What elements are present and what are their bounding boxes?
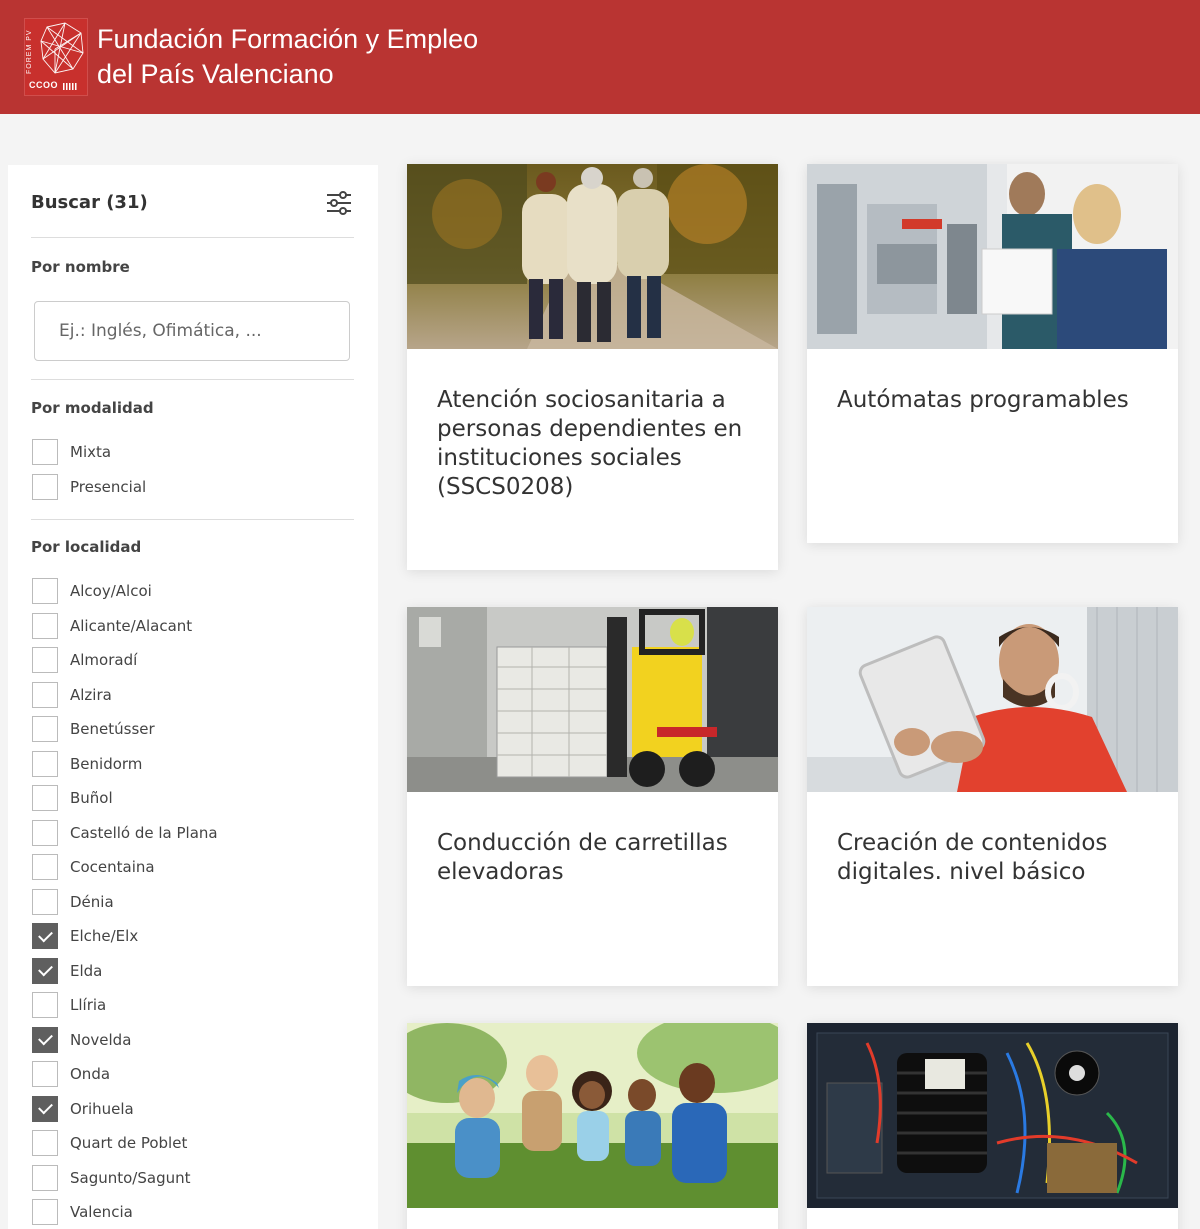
logo-vertical-text: FOREM PV [26,29,33,75]
location-option[interactable]: Alcoy/Alcoi [32,578,332,604]
search-input[interactable] [34,301,350,361]
modality-option-label[interactable]: Mixta [70,443,111,461]
location-option-label[interactable]: Onda [70,1065,110,1083]
checkbox[interactable] [32,854,58,880]
divider [31,379,354,380]
divider [31,237,354,238]
location-option[interactable]: Alzira [32,681,332,708]
engineers-lab-photo [807,164,1178,349]
site-title-line1: Fundación Formación y Empleo [97,24,479,54]
checkbox[interactable] [32,1164,58,1191]
location-option[interactable]: Quart de Poblet [32,1130,332,1156]
checkbox[interactable] [32,1199,58,1225]
location-option-label[interactable]: Elche/Elx [70,927,138,945]
location-option-label[interactable]: Alicante/Alacant [70,617,192,635]
divider [31,519,354,520]
location-option-label[interactable]: Quart de Poblet [70,1134,187,1152]
filter-sidebar: Buscar (31) Por nombre Por modalidad Mix… [8,165,378,1229]
course-title[interactable]: Conducción de carretillas elevadoras [437,829,757,887]
logo-ccoo-text: CCOO [29,80,58,90]
checkbox[interactable] [32,888,58,915]
location-option-label[interactable]: Benetússer [70,720,155,738]
location-option[interactable]: Llíria [32,992,332,1018]
location-option[interactable]: Sagunto/Sagunt [32,1164,332,1191]
elderly-walking-photo [407,164,778,349]
modality-option[interactable]: Presencial [32,473,332,500]
site-title-line2: del País Valenciano [97,59,334,89]
location-option-label[interactable]: Valencia [70,1203,133,1221]
checkbox-checked[interactable] [32,923,58,949]
filter-sliders-icon[interactable] [326,191,352,215]
course-card[interactable]: Atención sociosanitaria a personas depen… [407,164,778,570]
location-option[interactable]: Benetússer [32,716,332,742]
location-option-label[interactable]: Sagunto/Sagunt [70,1169,191,1187]
checkbox-checked[interactable] [32,957,58,984]
location-option-label[interactable]: Almoradí [70,651,137,669]
location-option[interactable]: Cocentaina [32,854,332,880]
location-option-label[interactable]: Castelló de la Plana [70,824,218,842]
location-option[interactable]: Elda [32,957,332,984]
location-option[interactable]: Castelló de la Plana [32,819,332,846]
location-option[interactable]: Onda [32,1061,332,1087]
electronics-photo [807,1023,1178,1208]
location-option[interactable]: Dénia [32,888,332,915]
forklift-photo [407,607,778,792]
search-heading: Buscar (31) [31,192,148,213]
checkbox[interactable] [32,647,58,673]
checkbox[interactable] [32,578,58,604]
checkbox[interactable] [32,473,58,500]
location-option-label[interactable]: Orihuela [70,1100,134,1118]
modality-option-label[interactable]: Presencial [70,478,146,496]
location-option-label[interactable]: Dénia [70,893,114,911]
location-option-label[interactable]: Cocentaina [70,858,155,876]
checkbox-checked[interactable] [32,1095,58,1122]
checkbox[interactable] [32,1061,58,1087]
checkbox[interactable] [32,819,58,846]
location-option[interactable]: Benidorm [32,750,332,777]
checkbox[interactable] [32,750,58,777]
location-option[interactable]: Novelda [32,1026,332,1053]
by-modality-label: Por modalidad [31,399,154,417]
man-tablet-photo [807,607,1178,792]
forem-logo[interactable]: FOREM PV CCOO [24,18,88,96]
location-option-label[interactable]: Elda [70,962,102,980]
location-option-label[interactable]: Novelda [70,1031,131,1049]
course-title[interactable]: Autómatas programables [837,386,1157,415]
site-header: FOREM PV CCOO Fundación Formación y Empl… [0,0,1200,114]
location-option[interactable]: Orihuela [32,1095,332,1122]
course-card[interactable] [407,1023,778,1229]
location-option-label[interactable]: Alzira [70,686,112,704]
checkbox[interactable] [32,439,58,465]
checkbox-checked[interactable] [32,1026,58,1053]
course-title[interactable]: Atención sociosanitaria a personas depen… [437,386,757,502]
by-name-label: Por nombre [31,258,130,276]
checkbox[interactable] [32,716,58,742]
checkbox[interactable] [32,612,58,639]
course-card[interactable]: Autómatas programables [807,164,1178,543]
checkbox[interactable] [32,1130,58,1156]
by-location-label: Por localidad [31,538,142,556]
location-option[interactable]: Valencia [32,1199,332,1225]
checkbox[interactable] [32,992,58,1018]
course-card[interactable]: Creación de contenidos digitales. nivel … [807,607,1178,986]
location-option[interactable]: Almoradí [32,647,332,673]
checkbox[interactable] [32,785,58,811]
site-title[interactable]: Fundación Formación y Empleo del País Va… [97,22,478,92]
course-title[interactable]: Creación de contenidos digitales. nivel … [837,829,1157,887]
modality-option[interactable]: Mixta [32,439,332,465]
course-card[interactable] [807,1023,1178,1229]
location-option-label[interactable]: Alcoy/Alcoi [70,582,152,600]
location-option[interactable]: Buñol [32,785,332,811]
checkbox[interactable] [32,681,58,708]
location-option[interactable]: Alicante/Alacant [32,612,332,639]
location-option-label[interactable]: Llíria [70,996,106,1014]
children-park-photo [407,1023,778,1208]
location-option-label[interactable]: Buñol [70,789,113,807]
location-option-label[interactable]: Benidorm [70,755,142,773]
location-option[interactable]: Elche/Elx [32,923,332,949]
course-card[interactable]: Conducción de carretillas elevadoras [407,607,778,986]
